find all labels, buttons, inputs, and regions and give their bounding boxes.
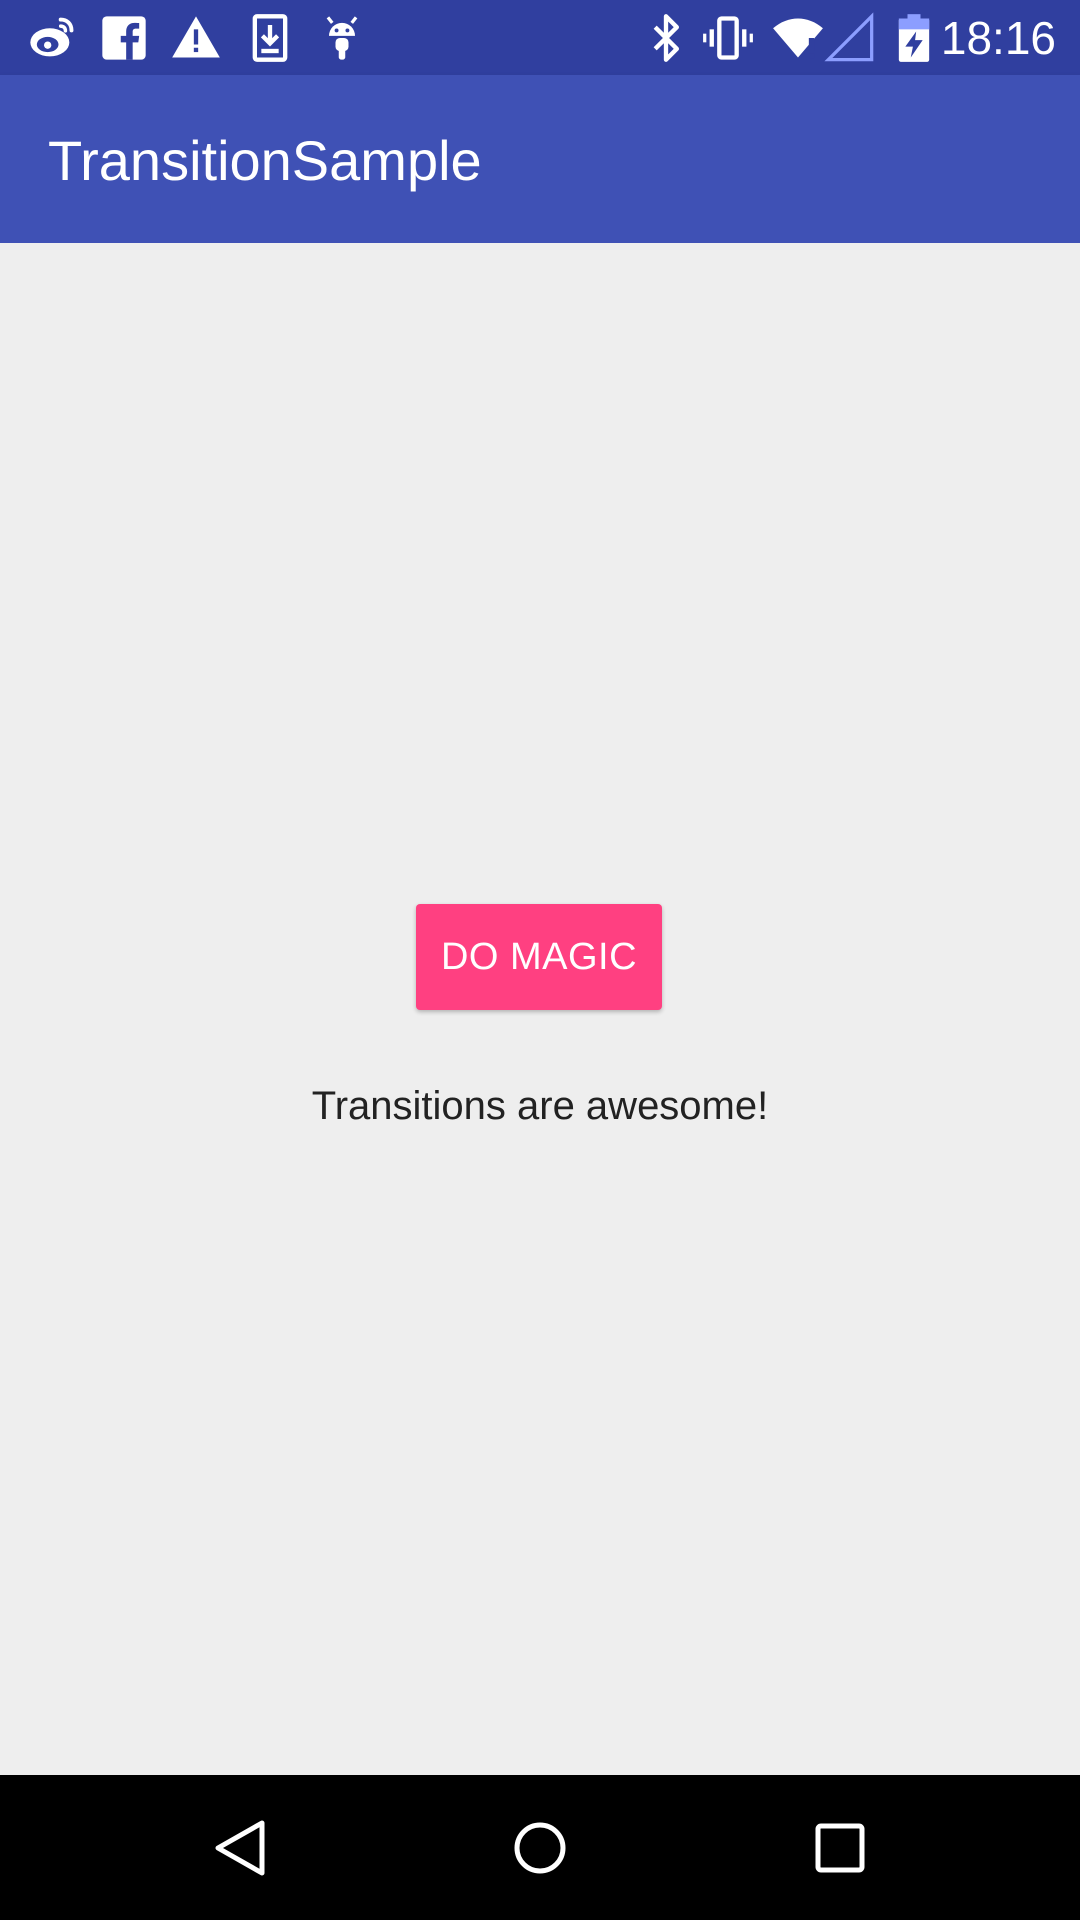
facebook-icon bbox=[98, 12, 150, 64]
bluetooth-icon bbox=[640, 12, 692, 64]
wifi-icon bbox=[772, 12, 824, 64]
navigation-bar bbox=[0, 1775, 1080, 1920]
signal-icon bbox=[824, 12, 876, 64]
home-icon[interactable] bbox=[505, 1813, 575, 1883]
vibrate-icon bbox=[702, 12, 754, 64]
weibo-icon bbox=[26, 12, 78, 64]
transition-message: Transitions are awesome! bbox=[311, 1084, 769, 1128]
status-time: 18:16 bbox=[940, 12, 1056, 64]
recents-icon[interactable] bbox=[805, 1813, 875, 1883]
status-bar: 18:16 bbox=[0, 0, 1080, 75]
android-icon bbox=[316, 12, 368, 64]
app-bar: TransitionSample bbox=[0, 75, 1080, 243]
download-icon bbox=[244, 12, 296, 64]
main-content: DO MAGIC Transitions are awesome! bbox=[0, 243, 1080, 1775]
app-title: TransitionSample bbox=[48, 129, 482, 192]
do-magic-button[interactable]: DO MAGIC bbox=[416, 904, 662, 1010]
battery-icon bbox=[888, 12, 940, 64]
warning-icon bbox=[170, 12, 222, 64]
back-icon[interactable] bbox=[206, 1813, 276, 1883]
